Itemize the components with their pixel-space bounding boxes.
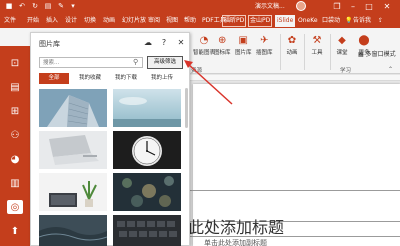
animation-button[interactable]: ✿ 动画 xyxy=(286,34,298,57)
help-icon[interactable]: ? xyxy=(159,37,169,47)
filter-tab-uploads[interactable]: 我的上传 xyxy=(147,73,177,84)
subtitle-placeholder-text: 单击此处添加副标题 xyxy=(204,239,267,246)
thumbnail-rain-lights[interactable] xyxy=(113,173,181,211)
ribbon-group-learning: 学习 xyxy=(340,68,352,74)
tab-onekey[interactable]: OneKe xyxy=(298,15,318,27)
illustration-library-label: 插图库 xyxy=(256,50,273,56)
tab-design[interactable]: 设计 xyxy=(65,15,77,27)
classroom-icon: ◆ xyxy=(338,34,346,46)
image-search-input[interactable] xyxy=(39,57,143,68)
image-library-label: 图片库 xyxy=(235,50,252,56)
thumbnail-desk-plant[interactable] xyxy=(39,173,107,211)
tab-insert[interactable]: 插入 xyxy=(46,15,58,27)
ribbon-display-options-button[interactable]: ❐ xyxy=(330,0,344,12)
islide-sidebar: ⊡ ▤ ⊞ ⚇ ◕ ▥ ◎ ⬆ xyxy=(0,46,30,246)
quick-access-dropdown-icon[interactable]: ▾ xyxy=(68,1,78,11)
document-title: 演示文稿... xyxy=(255,3,285,10)
tab-transitions[interactable]: 切换 xyxy=(84,15,96,27)
image-library-button[interactable]: ▣ 图片库 xyxy=(235,34,252,57)
minimize-button[interactable]: – xyxy=(346,0,360,12)
smart-chart-button[interactable]: ◔ 智能图表 xyxy=(193,34,216,57)
advanced-filter-button[interactable]: 高级筛选 xyxy=(147,56,183,69)
thumbnail-water[interactable] xyxy=(39,215,107,246)
close-button[interactable]: ✕ xyxy=(380,0,394,12)
smart-chart-label: 智能图表 xyxy=(193,50,216,56)
multi-window-icon: ▦ xyxy=(358,51,366,58)
ribbon-separator xyxy=(330,34,331,70)
collapse-ribbon-icon[interactable]: ⌃ xyxy=(388,66,393,73)
tab-kingsoft-pdf[interactable]: 金山PD xyxy=(248,15,273,27)
tell-me-search[interactable]: 告诉我 xyxy=(353,15,371,27)
tab-file[interactable]: 文件 xyxy=(4,15,16,27)
ruler xyxy=(190,75,400,81)
share-icon[interactable]: ⇪ xyxy=(378,15,383,27)
chart-icon[interactable]: ▥ xyxy=(7,176,23,190)
user-avatar[interactable] xyxy=(296,1,306,11)
start-slideshow-icon[interactable]: ▤ xyxy=(43,1,53,11)
tab-review[interactable]: 审阅 xyxy=(148,15,160,27)
icon-library-label: 图标库 xyxy=(214,50,231,56)
illustration-library-icon: ✈ xyxy=(260,34,269,46)
ribbon-separator xyxy=(304,34,305,70)
images-icon[interactable]: ◎ xyxy=(7,200,23,214)
layout-icon[interactable]: ▤ xyxy=(7,80,23,94)
maximize-button[interactable]: □ xyxy=(362,0,376,12)
title-bar: ■ ↶ ↻ ▤ ✎ ▾ 演示文稿... ❐ – □ ✕ xyxy=(0,0,400,12)
templates-icon[interactable]: ⊡ xyxy=(7,56,23,70)
search-icon[interactable]: ⚲ xyxy=(133,58,138,66)
illustration-library-button[interactable]: ✈ 插图库 xyxy=(256,34,273,57)
panel-title: 图片库 xyxy=(39,40,60,48)
panel-scrollbar[interactable] xyxy=(185,88,188,128)
ribbon-tab-bar: 文件 开始 插入 设计 切换 动画 幻灯片放 审阅 视图 帮助 PDF工具 福昕… xyxy=(0,12,400,28)
ribbon-separator xyxy=(280,34,281,70)
pen-icon[interactable]: ✎ xyxy=(56,1,66,11)
tab-home[interactable]: 开始 xyxy=(27,15,39,27)
filter-tab-all[interactable]: 全部 xyxy=(39,73,69,84)
animation-label: 动画 xyxy=(286,50,298,56)
diagram-icon[interactable]: ⚇ xyxy=(7,128,23,142)
tools-button[interactable]: ⚒ 工具 xyxy=(311,34,323,57)
upload-cloud-icon[interactable]: ☁ xyxy=(143,37,153,47)
icon-library-button[interactable]: ⊕ 图标库 xyxy=(214,34,231,57)
tab-foxit-pdf[interactable]: 福昕PD xyxy=(222,15,247,27)
more-icon: ⬤ xyxy=(358,34,370,46)
thumbnail-clock[interactable] xyxy=(113,131,181,169)
grid-icon[interactable]: ⊞ xyxy=(7,104,23,118)
panel-close-icon[interactable]: ✕ xyxy=(176,37,186,47)
filter-tab-favorites[interactable]: 我的收藏 xyxy=(75,73,105,84)
thumbnail-sky[interactable] xyxy=(113,89,181,127)
tab-help[interactable]: 帮助 xyxy=(184,15,196,27)
classroom-button[interactable]: ◆ 课堂 xyxy=(336,34,348,57)
undo-icon[interactable]: ↶ xyxy=(17,1,27,11)
thumbnail-laptop[interactable] xyxy=(39,131,107,169)
classroom-label: 课堂 xyxy=(336,50,348,56)
image-library-panel: 图片库 ☁ ? ✕ ⚲ 高级筛选 全部 我的收藏 我的下载 我的上传 xyxy=(30,32,190,246)
tab-animations[interactable]: 动画 xyxy=(103,15,115,27)
tools-label: 工具 xyxy=(311,50,323,56)
redo-icon[interactable]: ↻ xyxy=(30,1,40,11)
pie-chart-icon[interactable]: ◕ xyxy=(7,152,23,166)
image-library-icon: ▣ xyxy=(238,34,248,46)
tools-icon: ⚒ xyxy=(312,34,322,46)
save-icon[interactable]: ■ xyxy=(4,1,14,11)
icon-library-icon: ⊕ xyxy=(218,34,227,46)
smart-chart-icon: ◔ xyxy=(199,34,209,46)
animation-icon: ✿ xyxy=(287,34,297,46)
multi-window-label: 多窗口模式 xyxy=(365,51,396,58)
filter-tab-downloads[interactable]: 我的下载 xyxy=(111,73,141,84)
thumbnail-keyboard[interactable] xyxy=(113,215,181,246)
thumbnail-building[interactable] xyxy=(39,89,107,127)
tab-slideshow[interactable]: 幻灯片放 xyxy=(122,15,146,27)
tab-view[interactable]: 视图 xyxy=(166,15,178,27)
tab-islide[interactable]: iSlide xyxy=(275,15,296,27)
tab-pocket-animation[interactable]: 口袋动 xyxy=(322,15,340,27)
multi-window-mode[interactable]: ▦ 多窗口模式 xyxy=(358,49,396,58)
lightbulb-icon: 💡 xyxy=(345,17,353,24)
rocket-icon[interactable]: ⬆ xyxy=(7,224,23,238)
ribbon-group-resources: 资源 xyxy=(191,68,203,74)
